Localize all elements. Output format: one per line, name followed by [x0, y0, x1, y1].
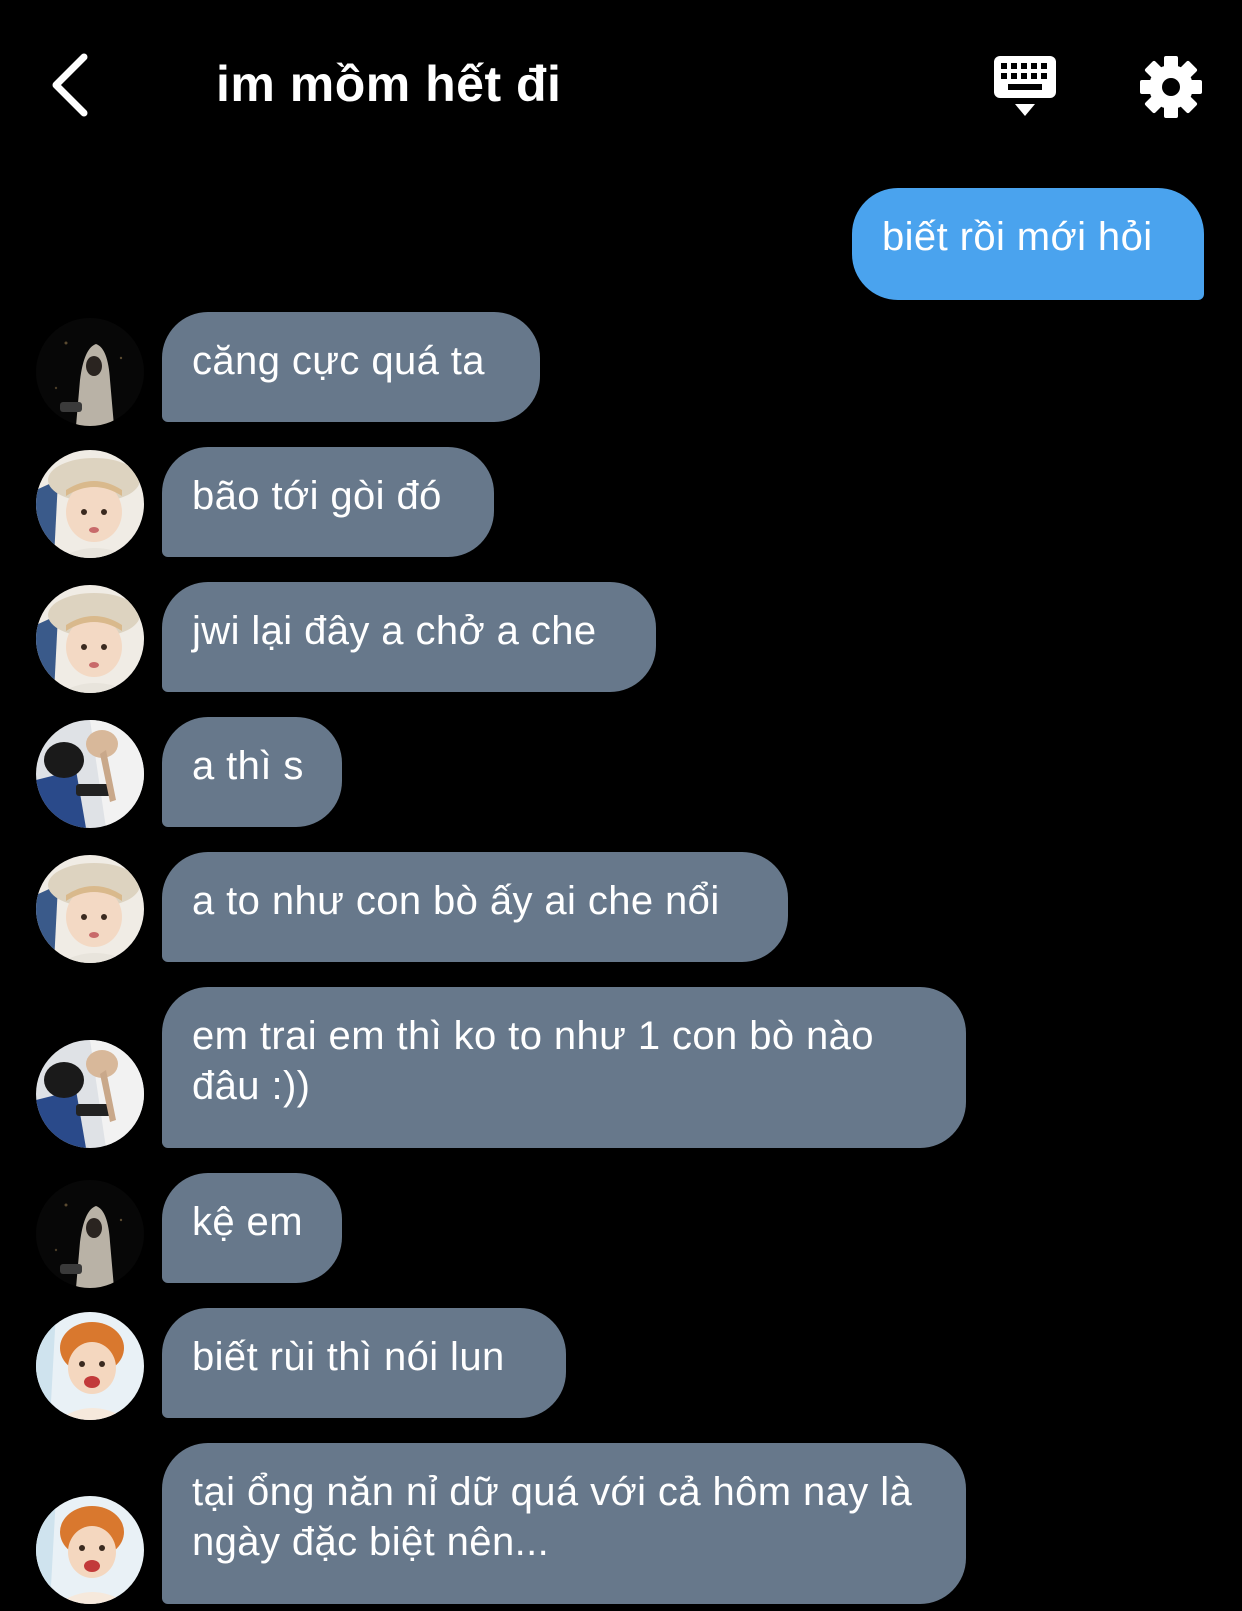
message-bubble-incoming[interactable]: bão tới gòi đó — [162, 447, 494, 557]
message-bubble-incoming[interactable]: kệ em — [162, 1173, 342, 1283]
message-text: kệ em — [192, 1200, 303, 1244]
message-bubble-incoming[interactable]: a thì s — [162, 717, 342, 827]
message-bubble-outgoing[interactable]: biết rồi mới hỏi — [852, 188, 1204, 300]
message-list[interactable]: biết rồi mới hỏi căng cực quá ta bão tới… — [0, 0, 1242, 1611]
avatar-orange-hair[interactable] — [36, 1312, 144, 1420]
message-text: bão tới gòi đó — [192, 474, 442, 518]
avatar-orange-hair[interactable] — [36, 1496, 144, 1604]
message-bubble-incoming[interactable]: jwi lại đây a chở a che — [162, 582, 656, 692]
message-bubble-incoming[interactable]: biết rùi thì nói lun — [162, 1308, 566, 1418]
avatar-blue-shirt[interactable] — [36, 1040, 144, 1148]
avatar-hooded-dark[interactable] — [36, 1180, 144, 1288]
message-text: a thì s — [192, 744, 304, 788]
message-text: a to như con bò ấy ai che nổi — [192, 879, 720, 923]
message-text: jwi lại đây a chở a che — [192, 609, 597, 653]
avatar-hooded-dark[interactable] — [36, 318, 144, 426]
message-bubble-incoming[interactable]: tại ổng năn nỉ dữ quá với cả hôm nay là … — [162, 1443, 966, 1604]
message-text: căng cực quá ta — [192, 339, 485, 383]
message-text: biết rồi mới hỏi — [882, 215, 1153, 259]
message-bubble-incoming[interactable]: em trai em thì ko to như 1 con bò nào đâ… — [162, 987, 966, 1148]
message-text: em trai em thì ko to như 1 con bò nào đâ… — [192, 1014, 874, 1108]
avatar-bucket-hat[interactable] — [36, 585, 144, 693]
avatar-bucket-hat[interactable] — [36, 855, 144, 963]
avatar-bucket-hat[interactable] — [36, 450, 144, 558]
avatar-blue-shirt[interactable] — [36, 720, 144, 828]
message-text: tại ổng năn nỉ dữ quá với cả hôm nay là … — [192, 1470, 913, 1564]
message-text: biết rùi thì nói lun — [192, 1335, 505, 1379]
message-bubble-incoming[interactable]: a to như con bò ấy ai che nổi — [162, 852, 788, 962]
message-bubble-incoming[interactable]: căng cực quá ta — [162, 312, 540, 422]
